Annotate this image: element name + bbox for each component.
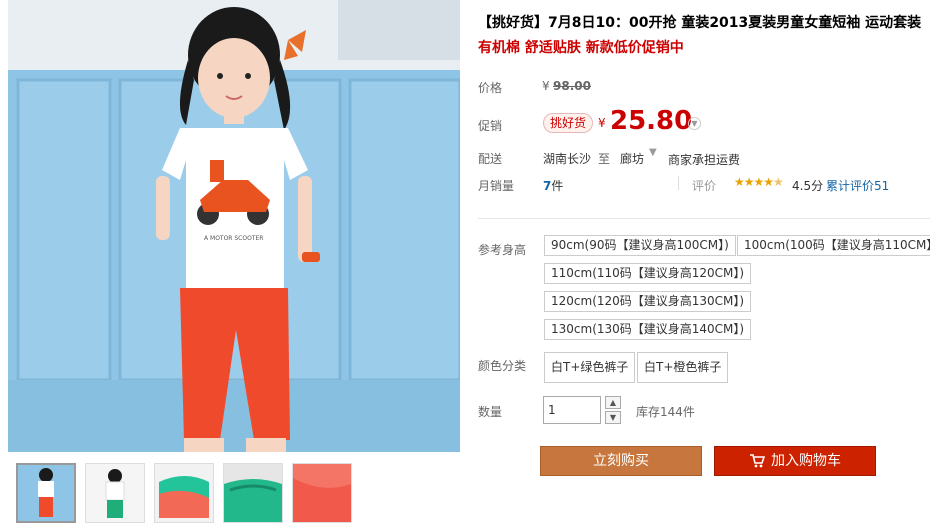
- monthly-sales-label: 月销量: [478, 179, 515, 193]
- chevron-down-icon[interactable]: ▼: [688, 117, 701, 130]
- buy-now-button[interactable]: 立刻购买: [540, 446, 702, 476]
- thumbnail-3[interactable]: [154, 463, 214, 523]
- quantity-input[interactable]: [543, 396, 601, 424]
- main-photo-illustration: A MOTOR SCOOTER: [8, 0, 460, 452]
- size-option-130[interactable]: 130cm(130码【建议身高140CM】): [544, 319, 752, 340]
- shipping-label: 配送: [478, 152, 503, 166]
- cart-icon: [750, 454, 766, 468]
- ship-to-city-select[interactable]: 廊坊: [620, 150, 644, 167]
- size-option-90[interactable]: 90cm(90码【建议身高100CM】): [544, 235, 736, 256]
- thumbnail-image: [86, 464, 144, 522]
- promo-price-currency: ¥: [598, 116, 606, 130]
- ship-to-label: 至: [598, 152, 611, 166]
- thumbnail-image: [224, 464, 282, 522]
- size-option-100[interactable]: 100cm(100码【建议身高110CM】): [737, 235, 930, 256]
- thumbnail-4[interactable]: [223, 463, 283, 523]
- thumbnail-1[interactable]: [16, 463, 76, 523]
- thumbnail-image: [293, 464, 351, 522]
- star-rating-icon: ★★★★★: [734, 175, 784, 189]
- original-price-currency: ¥: [542, 79, 550, 93]
- size-option-120[interactable]: 120cm(120码【建议身高130CM】): [544, 291, 752, 312]
- promo-price: 25.80: [610, 106, 693, 136]
- add-to-cart-label: 加入购物车: [771, 453, 841, 469]
- original-price: 98.00: [553, 79, 591, 93]
- size-label: 参考身高: [478, 243, 527, 257]
- thumbnail-2[interactable]: [85, 463, 145, 523]
- product-title: 【挑好货】7月8日10：00开抢 童装2013夏装男童女童短袖 运动套装: [478, 15, 922, 31]
- promo-badge: 挑好货: [543, 113, 594, 133]
- rating-score: 4.5分: [792, 179, 824, 193]
- quantity-label: 数量: [478, 405, 503, 419]
- stock-count: 库存144件: [636, 405, 695, 419]
- quantity-increment-icon[interactable]: ▲: [605, 396, 621, 409]
- review-count-link[interactable]: 累计评价51: [826, 177, 889, 194]
- main-product-photo[interactable]: A MOTOR SCOOTER: [8, 0, 460, 452]
- color-option-orange[interactable]: 白T+橙色裤子: [637, 352, 729, 383]
- section-divider: [478, 218, 930, 219]
- size-option-110[interactable]: 110cm(110码【建议身高120CM】): [544, 263, 752, 284]
- thumbnail-image: [155, 464, 213, 522]
- thumbnail-image: [18, 465, 74, 521]
- dropdown-arrow-icon[interactable]: ▼: [649, 147, 657, 158]
- divider: [678, 176, 679, 190]
- shipping-note: 商家承担运费: [668, 153, 741, 167]
- product-gallery: A MOTOR SCOOTER: [8, 0, 460, 532]
- product-subtitle: 有机棉 舒适贴肤 新款低价促销中: [478, 40, 684, 56]
- ship-from-location: 湖南长沙: [543, 152, 592, 166]
- svg-text:A MOTOR SCOOTER: A MOTOR SCOOTER: [204, 235, 263, 242]
- thumbnail-5[interactable]: [292, 463, 352, 523]
- add-to-cart-button[interactable]: 加入购物车: [714, 446, 876, 476]
- color-label: 颜色分类: [478, 359, 527, 373]
- quantity-decrement-icon[interactable]: ▼: [605, 411, 621, 424]
- thumbnail-strip: [16, 463, 352, 523]
- monthly-sales-unit: 件: [551, 179, 564, 193]
- price-label: 价格: [478, 81, 503, 95]
- rating-label: 评价: [692, 179, 717, 193]
- color-option-green[interactable]: 白T+绿色裤子: [544, 352, 636, 383]
- monthly-sales-value: 7件: [543, 177, 563, 194]
- buy-now-label: 立刻购买: [593, 453, 649, 469]
- promo-label: 促销: [478, 119, 503, 133]
